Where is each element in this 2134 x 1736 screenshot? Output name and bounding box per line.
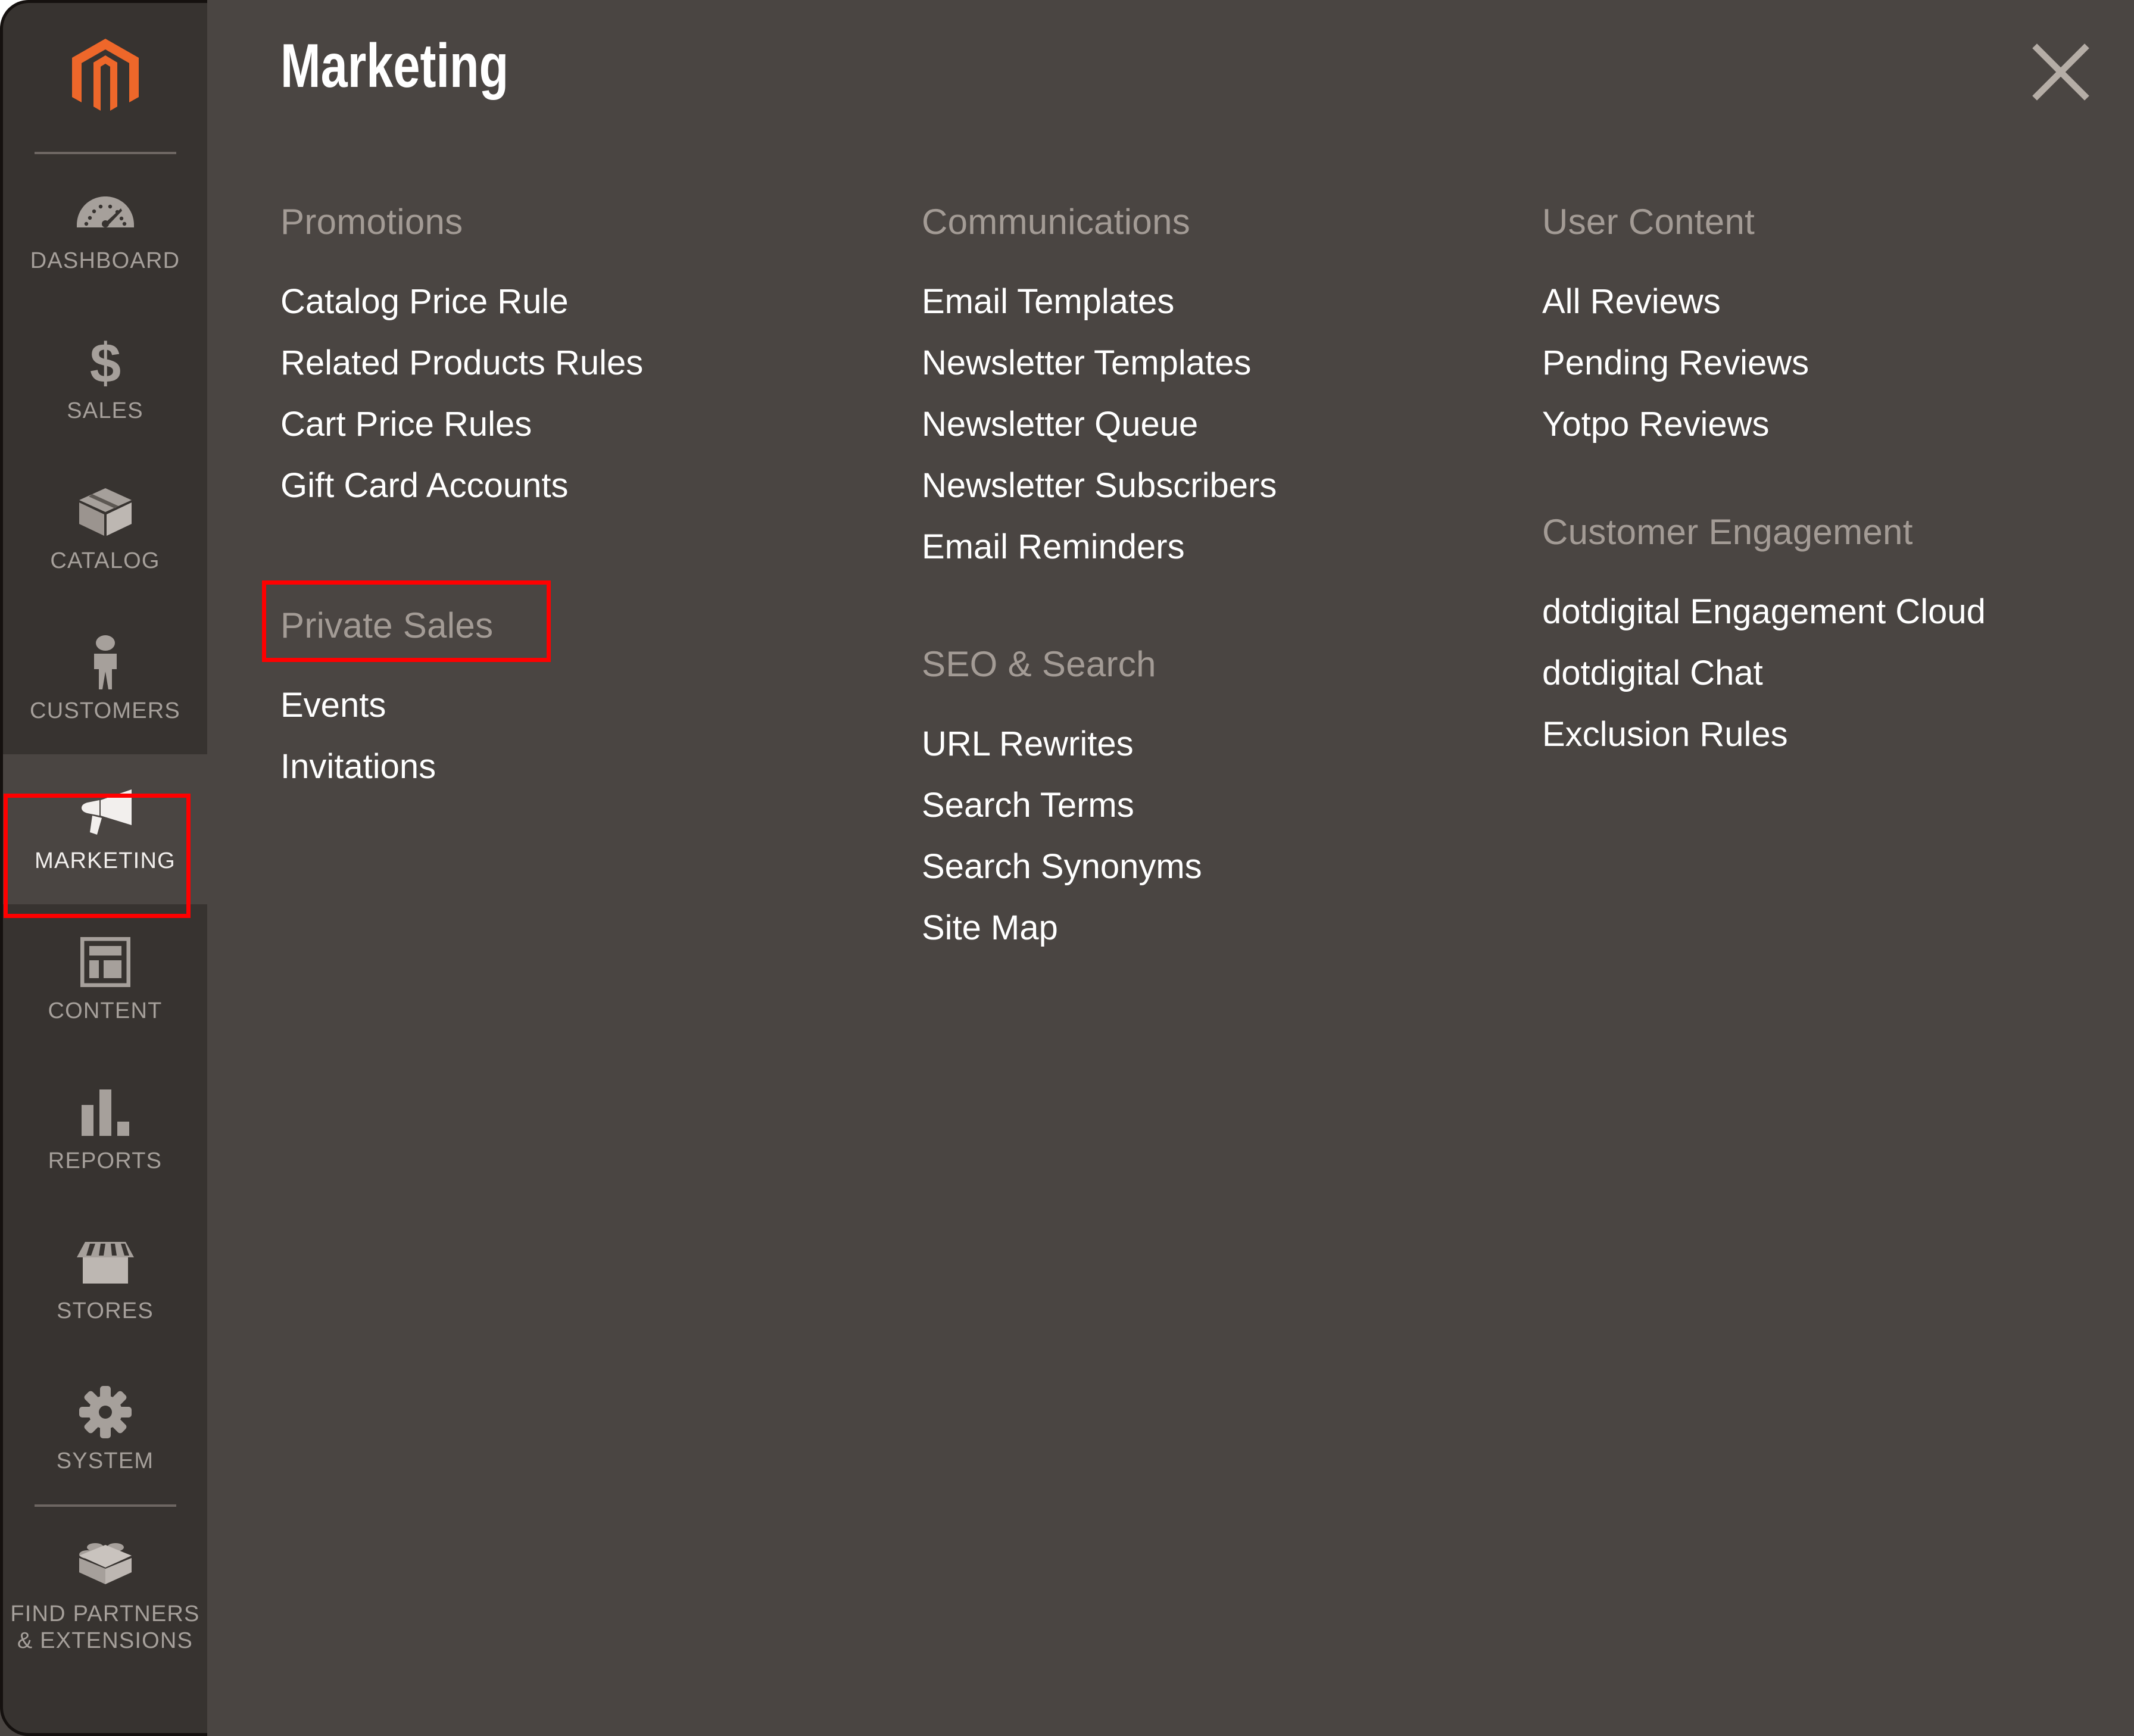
menu-item-exclusion-rules[interactable]: Exclusion Rules [1542, 704, 2134, 766]
menu-item-email-reminders[interactable]: Email Reminders [922, 517, 1505, 578]
menu-item-dotdigital-engagement-cloud[interactable]: dotdigital Engagement Cloud [1542, 582, 2134, 643]
menu-item-related-products-rules[interactable]: Related Products Rules [280, 333, 868, 394]
menu-item-pending-reviews[interactable]: Pending Reviews [1542, 333, 2134, 394]
bar-chart-icon [80, 1085, 130, 1139]
sidebar-item-dashboard[interactable]: DASHBOARD [3, 154, 207, 304]
sidebar-item-catalog[interactable]: CATALOG [3, 454, 207, 604]
sidebar-item-find-partners-extensions[interactable]: FIND PARTNERS & EXTENSIONS [3, 1507, 207, 1685]
menu-item-newsletter-queue[interactable]: Newsletter Queue [922, 394, 1505, 455]
svg-text:$: $ [89, 335, 120, 389]
person-icon [87, 635, 124, 689]
sidebar-item-reports[interactable]: REPORTS [3, 1054, 207, 1204]
menu-group-seo-search: SEO & Search URL Rewrites Search Terms S… [922, 645, 1505, 959]
sidebar-item-label: DASHBOARD [30, 248, 180, 273]
menu-item-url-rewrites[interactable]: URL Rewrites [922, 714, 1505, 775]
menu-columns: Promotions Catalog Price Rule Related Pr… [207, 202, 2134, 1736]
flyout-header: Marketing [207, 0, 2134, 155]
storefront-icon [76, 1235, 135, 1289]
admin-sidebar: DASHBOARD $ SALES CATALOG CUSTOMERS MARK… [0, 0, 207, 1736]
lego-brick-icon [77, 1538, 134, 1593]
menu-item-site-map[interactable]: Site Map [922, 898, 1505, 959]
sidebar-item-label-line1: FIND PARTNERS [10, 1601, 200, 1627]
dollar-sign-icon: $ [83, 335, 127, 389]
page-layout-icon [80, 935, 130, 989]
magento-logo[interactable] [3, 3, 207, 152]
menu-item-gift-card-accounts[interactable]: Gift Card Accounts [280, 455, 868, 517]
menu-item-dotdigital-chat[interactable]: dotdigital Chat [1542, 643, 2134, 704]
sidebar-item-label: SALES [67, 398, 143, 423]
sidebar-item-customers[interactable]: CUSTOMERS [3, 604, 207, 754]
menu-item-newsletter-templates[interactable]: Newsletter Templates [922, 333, 1505, 394]
marketing-menu-screenshot: Marketing Promotions Catalog Price Rule … [0, 0, 2134, 1736]
sidebar-item-label: SYSTEM [56, 1448, 154, 1473]
menu-group-customer-engagement: Customer Engagement dotdigital Engagemen… [1542, 513, 2134, 766]
sidebar-item-label: MARKETING [35, 848, 176, 873]
page-title: Marketing [280, 32, 509, 101]
group-title-customer-engagement: Customer Engagement [1542, 512, 1913, 552]
sidebar-item-label: REPORTS [48, 1148, 163, 1173]
sidebar-item-system[interactable]: SYSTEM [3, 1354, 207, 1504]
menu-item-email-templates[interactable]: Email Templates [922, 271, 1505, 333]
menu-column-user-content: User Content All Reviews Pending Reviews… [1505, 202, 2134, 1736]
menu-column-communications: Communications Email Templates Newslette… [868, 202, 1505, 1736]
sidebar-item-label: CONTENT [48, 998, 163, 1023]
sidebar-item-label: STORES [57, 1298, 154, 1323]
menu-item-yotpo-reviews[interactable]: Yotpo Reviews [1542, 394, 2134, 455]
sidebar-item-content[interactable]: CONTENT [3, 904, 207, 1054]
sidebar-item-label: CUSTOMERS [30, 698, 180, 723]
sidebar-item-sales[interactable]: $ SALES [3, 304, 207, 454]
menu-item-invitations[interactable]: Invitations [280, 736, 868, 798]
menu-column-promotions: Promotions Catalog Price Rule Related Pr… [207, 202, 868, 1736]
close-icon[interactable] [2026, 37, 2096, 107]
menu-item-cart-price-rules[interactable]: Cart Price Rules [280, 394, 868, 455]
sidebar-item-label-line2: & EXTENSIONS [17, 1628, 194, 1653]
megaphone-icon [74, 785, 136, 839]
group-title-promotions: Promotions [280, 202, 463, 242]
group-title-communications: Communications [922, 202, 1191, 242]
dashboard-gauge-icon [76, 185, 134, 239]
sidebar-item-label: FIND PARTNERS & EXTENSIONS [10, 1601, 199, 1654]
menu-item-newsletter-subscribers[interactable]: Newsletter Subscribers [922, 455, 1505, 517]
group-title-seo-search: SEO & Search [922, 644, 1156, 684]
menu-item-search-terms[interactable]: Search Terms [922, 775, 1505, 836]
group-title-private-sales: Private Sales [280, 605, 494, 645]
gear-icon [79, 1385, 132, 1440]
group-title-user-content: User Content [1542, 202, 1755, 242]
menu-group-private-sales: Private Sales Events Invitations [280, 606, 868, 798]
box-icon [78, 485, 133, 539]
menu-group-user-content: User Content All Reviews Pending Reviews… [1542, 202, 2134, 455]
menu-item-search-synonyms[interactable]: Search Synonyms [922, 836, 1505, 898]
sidebar-item-marketing[interactable]: MARKETING [3, 754, 207, 904]
menu-item-all-reviews[interactable]: All Reviews [1542, 271, 2134, 333]
sidebar-item-label: CATALOG [50, 548, 160, 573]
menu-item-events[interactable]: Events [280, 675, 868, 736]
menu-group-promotions: Promotions Catalog Price Rule Related Pr… [280, 202, 868, 517]
menu-group-communications: Communications Email Templates Newslette… [922, 202, 1505, 578]
marketing-flyout-panel: Marketing Promotions Catalog Price Rule … [0, 0, 2134, 1736]
menu-item-catalog-price-rule[interactable]: Catalog Price Rule [280, 271, 868, 333]
sidebar-item-stores[interactable]: STORES [3, 1204, 207, 1354]
